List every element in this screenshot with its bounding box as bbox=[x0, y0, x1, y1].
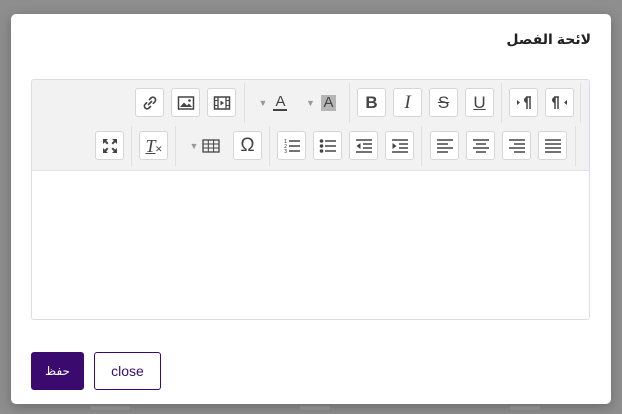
align-center-icon bbox=[472, 138, 490, 154]
outdent-button[interactable] bbox=[349, 131, 378, 160]
align-right-icon bbox=[508, 138, 526, 154]
align-left-icon bbox=[436, 138, 454, 154]
clear-format-button[interactable]: T ✕ bbox=[139, 131, 168, 160]
insert-image-button[interactable] bbox=[171, 88, 200, 117]
bold-icon: B bbox=[365, 93, 378, 112]
dialog-title: لائحة الفصل bbox=[506, 31, 591, 47]
fullscreen-icon bbox=[101, 137, 119, 155]
align-left-button[interactable] bbox=[430, 131, 459, 160]
svg-text:3: 3 bbox=[284, 149, 287, 154]
dialog: لائحة الفصل ▼ A ▼ A B I S U T ✕ ▼ Ω 1 2 … bbox=[11, 14, 611, 404]
paragraph-rtl-icon bbox=[551, 95, 569, 111]
italic-icon: I bbox=[404, 92, 411, 113]
justify-button[interactable] bbox=[538, 131, 567, 160]
special-character-button[interactable]: Ω bbox=[233, 131, 262, 160]
italic-button[interactable]: I bbox=[393, 88, 422, 117]
dropdown-caret-icon: ▼ bbox=[306, 97, 315, 108]
bold-button[interactable]: B bbox=[357, 88, 386, 117]
rtl-direction-button[interactable] bbox=[545, 88, 574, 117]
fullscreen-button[interactable] bbox=[95, 131, 124, 160]
video-icon bbox=[213, 95, 231, 111]
font-color-icon: A bbox=[273, 93, 288, 111]
font-color-button[interactable]: ▼ A bbox=[251, 88, 295, 117]
ordered-list-button[interactable]: 123 bbox=[277, 131, 306, 160]
insert-table-button[interactable]: ▼ bbox=[183, 131, 227, 160]
table-icon bbox=[202, 138, 221, 153]
paragraph-ltr-icon bbox=[515, 95, 533, 111]
underline-button[interactable]: U bbox=[465, 88, 494, 117]
background-color-button[interactable]: ▼ A bbox=[299, 88, 343, 117]
highlight-icon: A bbox=[320, 94, 336, 111]
dropdown-caret-icon: ▼ bbox=[258, 97, 268, 108]
editor-toolbar: ▼ A ▼ A B I S U T ✕ ▼ Ω 1 2 3 bbox=[32, 80, 589, 171]
insert-video-button[interactable] bbox=[207, 88, 236, 117]
save-button[interactable]: حفظ bbox=[31, 352, 84, 390]
insert-link-button[interactable] bbox=[135, 88, 164, 117]
underline-icon: U bbox=[473, 93, 486, 112]
toolbar-row-1: ▼ A ▼ A B I S U bbox=[32, 83, 589, 123]
strikethrough-icon: S bbox=[437, 93, 450, 112]
strikethrough-button[interactable]: S bbox=[429, 88, 458, 117]
unordered-list-button[interactable] bbox=[313, 131, 342, 160]
unordered-list-icon bbox=[319, 138, 337, 154]
toolbar-row-2: T ✕ ▼ Ω 1 2 3 bbox=[32, 126, 589, 166]
indent-icon bbox=[391, 138, 409, 154]
rich-text-editor: ▼ A ▼ A B I S U T ✕ ▼ Ω 1 2 3 bbox=[31, 79, 590, 320]
clear-format-icon: T ✕ bbox=[145, 135, 163, 156]
align-center-button[interactable] bbox=[466, 131, 495, 160]
image-icon bbox=[177, 95, 195, 111]
link-icon bbox=[141, 94, 159, 112]
indent-button[interactable] bbox=[385, 131, 414, 160]
outdent-icon bbox=[355, 138, 373, 154]
editor-content-area[interactable] bbox=[32, 171, 589, 319]
dropdown-caret-icon: ▼ bbox=[189, 140, 199, 151]
close-button[interactable]: close bbox=[94, 352, 161, 390]
align-right-button[interactable] bbox=[502, 131, 531, 160]
omega-icon: Ω bbox=[240, 135, 255, 156]
ordered-list-icon: 123 bbox=[283, 138, 301, 154]
ltr-direction-button[interactable] bbox=[509, 88, 538, 117]
justify-icon bbox=[544, 138, 562, 154]
